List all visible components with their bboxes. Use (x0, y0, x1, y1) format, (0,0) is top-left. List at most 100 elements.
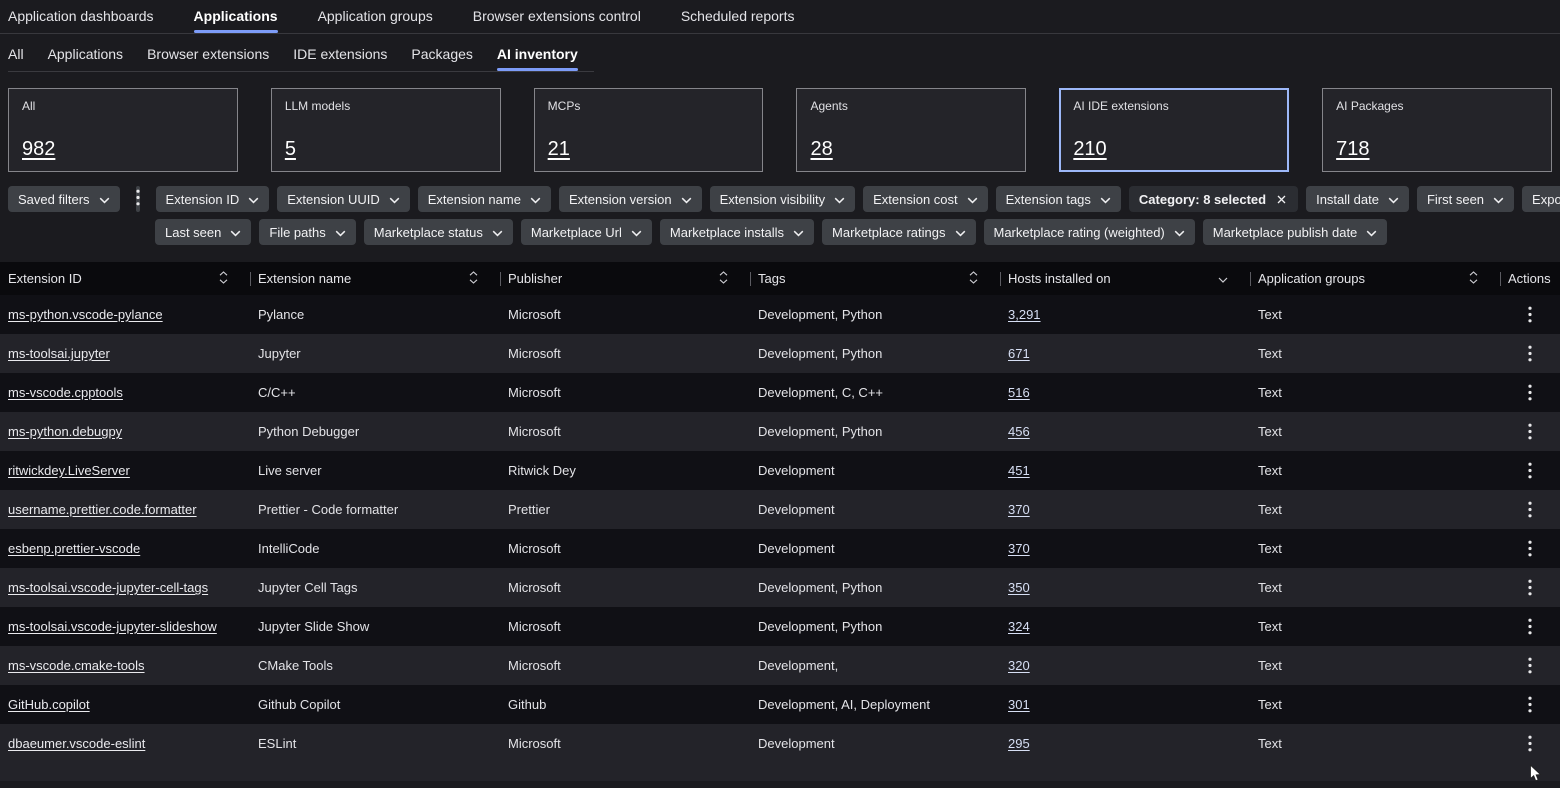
hosts-installed-link[interactable]: 3,291 (1008, 307, 1041, 322)
top-nav-item-application-dashboards[interactable]: Application dashboards (8, 8, 154, 33)
hosts-installed-link[interactable]: 451 (1008, 463, 1030, 478)
row-actions-kebab-icon[interactable] (1518, 458, 1542, 483)
hosts-installed-link[interactable]: 671 (1008, 346, 1030, 361)
extension-id-link[interactable]: ms-vscode.cpptools (8, 385, 123, 400)
summary-card-all[interactable]: All982 (8, 88, 238, 172)
column-header-extension-id[interactable]: Extension ID (0, 262, 250, 295)
hosts-installed-link[interactable]: 516 (1008, 385, 1030, 400)
filter-button-marketplace-installs[interactable]: Marketplace installs (660, 219, 814, 245)
filter-button-extension-tags[interactable]: Extension tags (996, 186, 1121, 212)
row-actions-kebab-icon[interactable] (1518, 575, 1542, 600)
subtab-packages[interactable]: Packages (411, 46, 472, 71)
filter-button-extension-uuid[interactable]: Extension UUID (277, 186, 409, 212)
filter-button-label: Last seen (165, 225, 221, 240)
table-row: ms-python.debugpyPython DebuggerMicrosof… (0, 412, 1560, 451)
close-icon[interactable] (1275, 193, 1288, 206)
filter-button-extension-id[interactable]: Extension ID (156, 186, 270, 212)
filter-button-marketplace-status[interactable]: Marketplace status (364, 219, 513, 245)
hosts-installed-link[interactable]: 350 (1008, 580, 1030, 595)
extension-id-link[interactable]: ms-vscode.cmake-tools (8, 658, 145, 673)
subtab-all[interactable]: All (8, 46, 24, 71)
extension-id-link[interactable]: ms-toolsai.jupyter (8, 346, 110, 361)
filter-button-extension-visibility[interactable]: Extension visibility (710, 186, 856, 212)
row-actions-kebab-icon[interactable] (1518, 731, 1542, 756)
filter-button-marketplace-rating-weighted[interactable]: Marketplace rating (weighted) (984, 219, 1195, 245)
summary-card-value-link[interactable]: 210 (1073, 138, 1275, 161)
extension-id-link[interactable]: ms-toolsai.vscode-jupyter-cell-tags (8, 580, 208, 595)
summary-card-value-link[interactable]: 5 (285, 138, 487, 161)
extension-id-link[interactable]: ms-python.debugpy (8, 424, 122, 439)
extension-id-link[interactable]: ritwickdey.LiveServer (8, 463, 130, 478)
filter-overflow-menu-button[interactable] (136, 186, 140, 212)
extension-id-link[interactable]: GitHub.copilot (8, 697, 90, 712)
summary-card-value-link[interactable]: 28 (810, 138, 1012, 161)
extension-id-link[interactable]: ms-python.vscode-pylance (8, 307, 163, 322)
subtab-browser-extensions[interactable]: Browser extensions (147, 46, 269, 71)
column-header-hosts-installed-on[interactable]: Hosts installed on (1000, 262, 1250, 295)
tags-cell: Development (750, 463, 1000, 478)
subtab-ide-extensions[interactable]: IDE extensions (293, 46, 387, 71)
chevron-down-icon (631, 225, 642, 240)
filter-button-last-seen[interactable]: Last seen (155, 219, 251, 245)
summary-card-mcps[interactable]: MCPs21 (534, 88, 764, 172)
summary-card-ai-packages[interactable]: AI Packages718 (1322, 88, 1552, 172)
hosts-installed-link[interactable]: 324 (1008, 619, 1030, 634)
saved-filters-button[interactable]: Saved filters (8, 186, 120, 212)
summary-card-value-link[interactable]: 21 (548, 138, 750, 161)
subtab-ai-inventory[interactable]: AI inventory (497, 46, 578, 71)
tags-cell: Development (750, 502, 1000, 517)
summary-card-value-link[interactable]: 982 (22, 138, 224, 161)
export-button[interactable]: Export (1522, 186, 1560, 212)
row-actions-kebab-icon[interactable] (1518, 692, 1542, 717)
hosts-installed-link[interactable]: 295 (1008, 736, 1030, 751)
filter-button-marketplace-publish-date[interactable]: Marketplace publish date (1203, 219, 1388, 245)
row-actions-kebab-icon[interactable] (1518, 536, 1542, 561)
application-groups-cell: Text (1250, 541, 1500, 556)
actions-cell (1500, 380, 1560, 405)
summary-card-ai-ide-extensions[interactable]: AI IDE extensions210 (1059, 88, 1289, 172)
hosts-cell: 324 (1000, 619, 1250, 634)
filter-button-install-date[interactable]: Install date (1306, 186, 1409, 212)
row-actions-kebab-icon[interactable] (1518, 302, 1542, 327)
filter-button-file-paths[interactable]: File paths (259, 219, 355, 245)
summary-card-llm-models[interactable]: LLM models5 (271, 88, 501, 172)
filter-button-marketplace-url[interactable]: Marketplace Url (521, 219, 652, 245)
row-actions-kebab-icon[interactable] (1518, 614, 1542, 639)
filter-button-extension-version[interactable]: Extension version (559, 186, 702, 212)
publisher-cell: Microsoft (500, 619, 750, 634)
extension-id-link[interactable]: esbenp.prettier-vscode (8, 541, 140, 556)
top-nav-item-scheduled-reports[interactable]: Scheduled reports (681, 8, 795, 33)
filter-chip-category-8-selected[interactable]: Category: 8 selected (1129, 186, 1298, 212)
summary-card-value-link[interactable]: 718 (1336, 138, 1538, 161)
row-actions-kebab-icon[interactable] (1518, 653, 1542, 678)
extension-id-link[interactable]: username.prettier.code.formatter (8, 502, 197, 517)
hosts-installed-link[interactable]: 301 (1008, 697, 1030, 712)
filter-button-marketplace-ratings[interactable]: Marketplace ratings (822, 219, 975, 245)
row-actions-kebab-icon[interactable] (1518, 419, 1542, 444)
filter-button-extension-name[interactable]: Extension name (418, 186, 551, 212)
top-nav-item-browser-extensions-control[interactable]: Browser extensions control (473, 8, 641, 33)
hosts-installed-link[interactable]: 320 (1008, 658, 1030, 673)
row-actions-kebab-icon[interactable] (1518, 341, 1542, 366)
filter-button-label: Extension tags (1006, 192, 1091, 207)
filter-button-first-seen[interactable]: First seen (1417, 186, 1514, 212)
subtab-applications[interactable]: Applications (48, 46, 124, 71)
extension-id-link[interactable]: dbaeumer.vscode-eslint (8, 736, 145, 751)
extensions-table: Extension IDExtension namePublisherTagsH… (0, 262, 1560, 763)
column-header-extension-name[interactable]: Extension name (250, 262, 500, 295)
hosts-installed-link[interactable]: 370 (1008, 502, 1030, 517)
row-actions-kebab-icon[interactable] (1518, 497, 1542, 522)
summary-card-agents[interactable]: Agents28 (796, 88, 1026, 172)
hosts-installed-link[interactable]: 456 (1008, 424, 1030, 439)
filter-button-extension-cost[interactable]: Extension cost (863, 186, 988, 212)
hosts-installed-link[interactable]: 370 (1008, 541, 1030, 556)
column-header-publisher[interactable]: Publisher (500, 262, 750, 295)
top-nav-item-applications[interactable]: Applications (194, 8, 278, 33)
column-header-application-groups[interactable]: Application groups (1250, 262, 1500, 295)
extension-id-link[interactable]: ms-toolsai.vscode-jupyter-slideshow (8, 619, 217, 634)
top-nav-item-application-groups[interactable]: Application groups (318, 8, 433, 33)
row-actions-kebab-icon[interactable] (1518, 380, 1542, 405)
chevron-down-icon (1366, 225, 1377, 240)
chevron-down-icon (967, 192, 978, 207)
column-header-tags[interactable]: Tags (750, 262, 1000, 295)
